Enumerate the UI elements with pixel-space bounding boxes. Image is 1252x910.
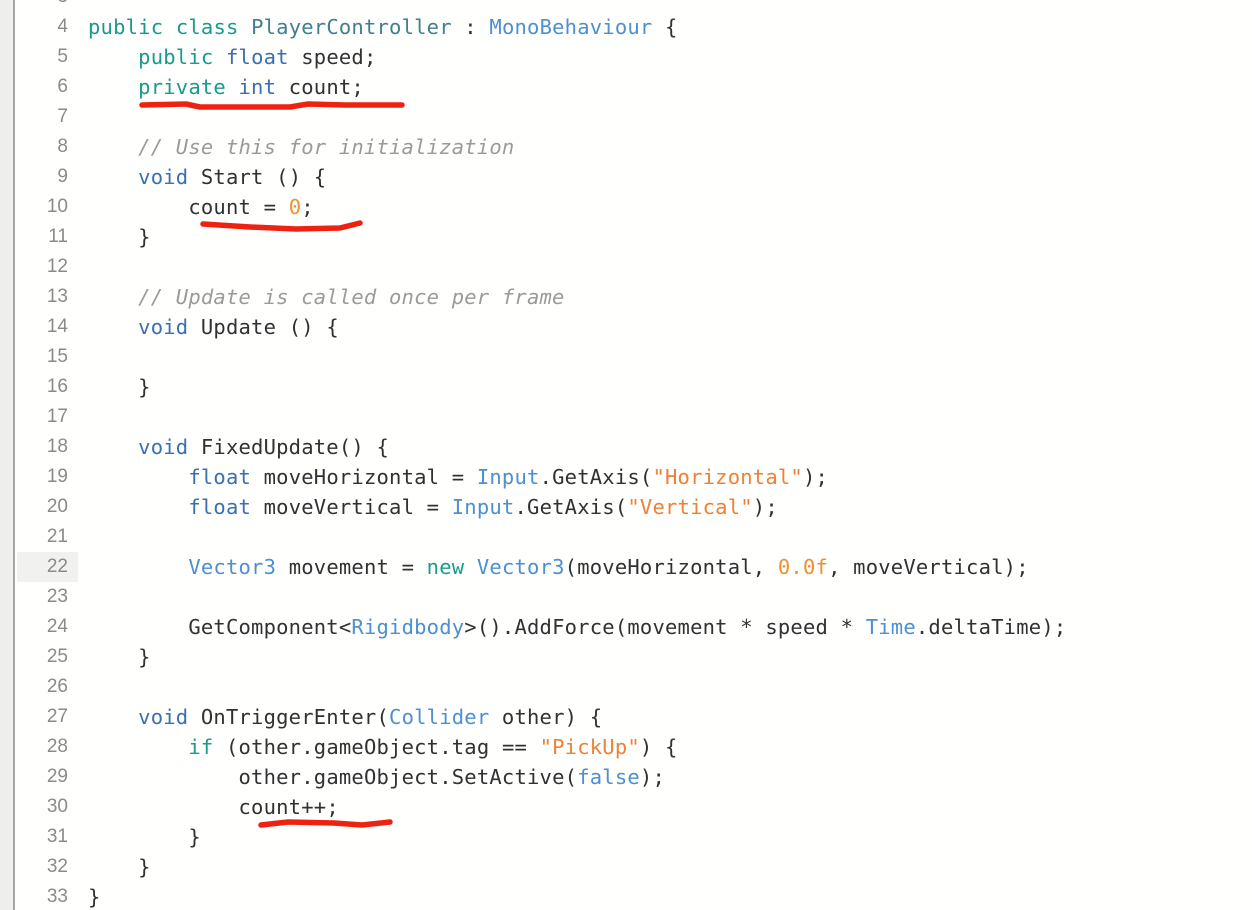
code-line-8[interactable]: 8 // Use this for initialization: [17, 132, 1252, 162]
line-content-11[interactable]: }: [88, 222, 151, 252]
line-number-9: 9: [57, 166, 68, 187]
code-editor[interactable]: 3 4 public class PlayerController : MonoBe…: [0, 0, 1252, 910]
line-content-14[interactable]: void Update () {: [88, 312, 339, 342]
code-line-31[interactable]: 31 }: [17, 822, 1252, 852]
line-content-19[interactable]: float moveHorizontal = Input.GetAxis("Ho…: [88, 462, 828, 492]
code-line-16[interactable]: 16 }: [17, 372, 1252, 402]
line-number-4: 4: [57, 16, 68, 37]
line-number-31: 31: [46, 826, 68, 847]
code-line-6[interactable]: 6 private int count;: [17, 72, 1252, 102]
code-line-15[interactable]: 15: [17, 342, 1252, 372]
code-line-21[interactable]: 21: [17, 522, 1252, 552]
code-line-10[interactable]: 10 count = 0;: [17, 192, 1252, 222]
line-number-27: 27: [46, 706, 68, 727]
code-line-29[interactable]: 29 other.gameObject.SetActive(false);: [17, 762, 1252, 792]
line-number-6: 6: [57, 76, 68, 97]
code-line-5[interactable]: 5 public float speed;: [17, 42, 1252, 72]
line-number-17: 17: [46, 406, 68, 427]
line-number-29: 29: [46, 766, 68, 787]
code-line-22[interactable]: 22 Vector3 movement = new Vector3(moveHo…: [17, 552, 1252, 582]
line-number-5: 5: [57, 46, 68, 67]
line-content-8[interactable]: // Use this for initialization: [88, 132, 514, 162]
line-content-33[interactable]: }: [88, 882, 101, 910]
line-content-13[interactable]: // Update is called once per frame: [88, 282, 565, 312]
line-number-30: 30: [46, 796, 68, 817]
line-content-27[interactable]: void OnTriggerEnter(Collider other) {: [88, 702, 602, 732]
code-line-24[interactable]: 24 GetComponent<Rigidbody>().AddForce(mo…: [17, 612, 1252, 642]
line-number-8: 8: [57, 136, 68, 157]
line-number-33: 33: [46, 886, 68, 907]
line-content-20[interactable]: float moveVertical = Input.GetAxis("Vert…: [88, 492, 778, 522]
line-content-29[interactable]: other.gameObject.SetActive(false);: [88, 762, 665, 792]
line-content-18[interactable]: void FixedUpdate() {: [88, 432, 389, 462]
line-content-25[interactable]: }: [88, 642, 151, 672]
line-content-24[interactable]: GetComponent<Rigidbody>().AddForce(movem…: [88, 612, 1066, 642]
code-line-30[interactable]: 30 count++;: [17, 792, 1252, 822]
line-content-6[interactable]: private int count;: [88, 72, 364, 102]
line-content-32[interactable]: }: [88, 852, 151, 882]
code-viewport[interactable]: 3 4 public class PlayerController : MonoBe…: [17, 0, 1252, 910]
code-line-7[interactable]: 7: [17, 102, 1252, 132]
editor-left-strip: [0, 0, 15, 910]
code-line-19[interactable]: 19 float moveHorizontal = Input.GetAxis(…: [17, 462, 1252, 492]
line-number-23: 23: [46, 586, 68, 607]
code-line-9[interactable]: 9 void Start () {: [17, 162, 1252, 192]
code-line-17[interactable]: 17: [17, 402, 1252, 432]
code-line-28[interactable]: 28 if (other.gameObject.tag == "PickUp")…: [17, 732, 1252, 762]
line-number-10: 10: [46, 196, 68, 217]
code-line-32[interactable]: 32 }: [17, 852, 1252, 882]
line-number-18: 18: [46, 436, 68, 457]
line-content-31[interactable]: }: [88, 822, 201, 852]
line-number-26: 26: [46, 676, 68, 697]
line-content-28[interactable]: if (other.gameObject.tag == "PickUp") {: [88, 732, 678, 762]
code-line-33[interactable]: 33}: [17, 882, 1252, 910]
line-number-14: 14: [46, 316, 68, 337]
line-number-32: 32: [46, 856, 68, 877]
code-line-14[interactable]: 14 void Update () {: [17, 312, 1252, 342]
code-line-4[interactable]: 4 public class PlayerController : MonoBeh…: [17, 12, 1252, 42]
line-number-24: 24: [46, 616, 68, 637]
code-line-11[interactable]: 11 }: [17, 222, 1252, 252]
code-line-3[interactable]: 3: [17, 0, 1252, 12]
line-number-13: 13: [46, 286, 68, 307]
code-line-23[interactable]: 23: [17, 582, 1252, 612]
line-content-5[interactable]: public float speed;: [88, 42, 377, 72]
line-content-9[interactable]: void Start () {: [88, 162, 326, 192]
line-number-19: 19: [46, 466, 68, 487]
code-line-27[interactable]: 27 void OnTriggerEnter(Collider other) {: [17, 702, 1252, 732]
code-line-25[interactable]: 25 }: [17, 642, 1252, 672]
code-line-20[interactable]: 20 float moveVertical = Input.GetAxis("V…: [17, 492, 1252, 522]
line-number-15: 15: [46, 346, 68, 367]
line-number-12: 12: [46, 256, 68, 277]
line-content-4[interactable]: public class PlayerController : MonoBeha…: [88, 12, 678, 42]
line-number-28: 28: [46, 736, 68, 757]
code-line-26[interactable]: 26: [17, 672, 1252, 702]
code-line-13[interactable]: 13 // Update is called once per frame: [17, 282, 1252, 312]
line-content-16[interactable]: }: [88, 372, 151, 402]
line-number-16: 16: [46, 376, 68, 397]
line-number-7: 7: [57, 106, 68, 127]
code-line-12[interactable]: 12: [17, 252, 1252, 282]
line-content-10[interactable]: count = 0;: [88, 192, 314, 222]
line-number-22: 22: [17, 552, 78, 582]
line-number-20: 20: [46, 496, 68, 517]
line-number-21: 21: [46, 526, 68, 547]
line-number-25: 25: [46, 646, 68, 667]
line-content-22[interactable]: Vector3 movement = new Vector3(moveHoriz…: [88, 552, 1029, 582]
line-number-11: 11: [48, 226, 68, 247]
line-content-30[interactable]: count++;: [88, 792, 339, 822]
line-number-3: 3: [17, 0, 78, 12]
code-line-18[interactable]: 18 void FixedUpdate() {: [17, 432, 1252, 462]
